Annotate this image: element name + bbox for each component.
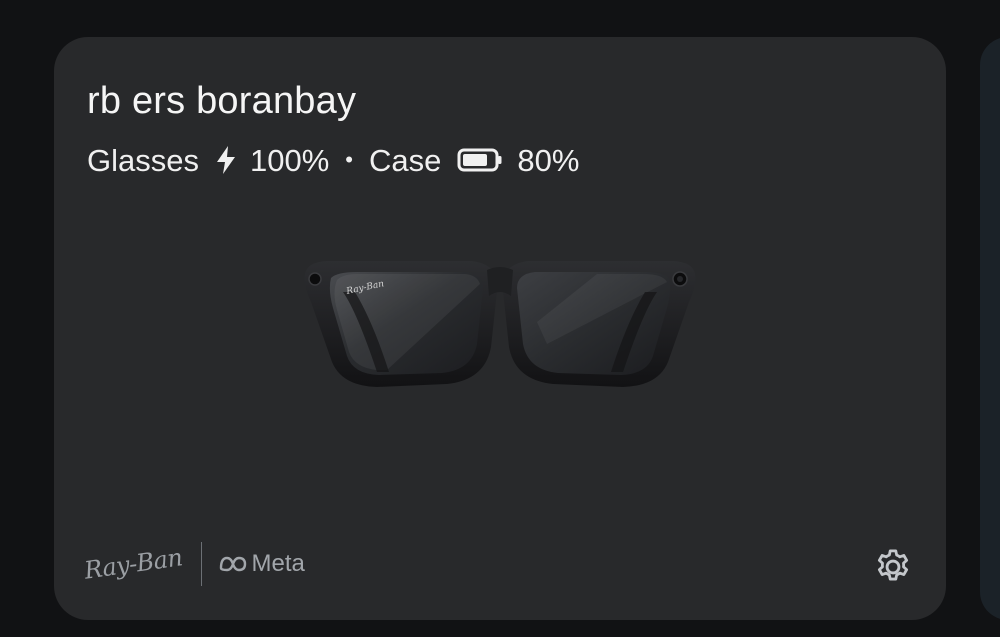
gear-icon [872,546,914,593]
meta-logo: Meta [218,550,305,578]
screen: rb ers boranbay Glasses 100% • Case 80% [0,0,1000,637]
rayban-logo: Ray-Ban [82,543,184,585]
meta-infinity-icon [218,555,248,573]
glasses-battery-percent: 100% [249,142,330,178]
glasses-image: Ray-Ban [297,252,703,392]
brand-logos: Ray-Ban Meta [82,540,305,588]
device-name: rb ers boranbay [87,80,357,122]
separator-dot: • [345,147,353,172]
lightning-bolt-icon [215,145,237,175]
brand-divider [200,542,202,586]
battery-status-row: Glasses 100% • Case 80% [87,143,579,177]
meta-wordmark: Meta [251,550,305,577]
case-label: Case [368,142,442,178]
settings-button[interactable] [869,545,917,593]
device-card[interactable]: rb ers boranbay Glasses 100% • Case 80% [54,37,946,620]
next-card-peek[interactable] [980,37,1000,620]
battery-icon [457,148,503,172]
glasses-label: Glasses [87,142,199,178]
case-battery-percent: 80% [517,142,580,178]
